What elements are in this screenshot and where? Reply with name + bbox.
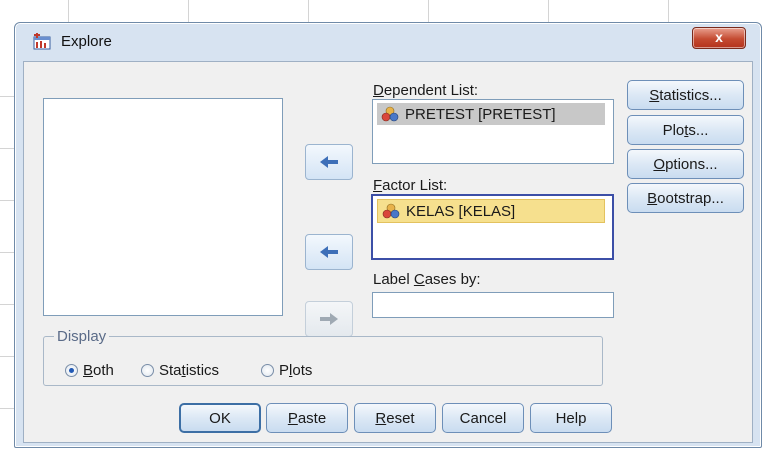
explore-dialog: Explore x Dependent List: PRETEST [PRETE… (14, 22, 762, 448)
display-group-title: Display (54, 328, 110, 345)
move-to-label-cases-button[interactable] (305, 301, 353, 337)
radio-selected-icon (65, 364, 78, 377)
label-cases-label: Label Cases by: (373, 271, 481, 288)
display-plots-radio[interactable]: Pl ots (261, 362, 312, 379)
close-button[interactable]: x (692, 27, 746, 49)
dialog-body: Dependent List: PRETEST [PRETEST] Factor… (23, 61, 753, 443)
reset-button[interactable]: Reset (354, 403, 436, 433)
grid-line (0, 304, 14, 305)
radio-unselected-icon (261, 364, 274, 377)
display-both-radio[interactable]: Both (65, 362, 114, 379)
grid-line (428, 0, 429, 22)
help-button[interactable]: Help (530, 403, 612, 433)
label-cases-field[interactable] (372, 292, 614, 318)
title-bar: Explore x (15, 23, 761, 61)
grid-line (0, 96, 14, 97)
move-to-factor-button[interactable] (305, 234, 353, 270)
variable-icon (382, 203, 400, 219)
radio-unselected-icon (141, 364, 154, 377)
options-button[interactable]: Options... (627, 149, 744, 179)
grid-line (548, 0, 549, 22)
source-variable-list[interactable] (43, 98, 283, 316)
grid-line (0, 356, 14, 357)
plots-button[interactable]: Plo t s... (627, 115, 744, 145)
display-group (43, 336, 603, 386)
arrow-right-icon (320, 313, 338, 325)
statistics-button[interactable]: Statistics... (627, 80, 744, 110)
display-statistics-radio[interactable]: Sta t istics (141, 362, 219, 379)
cancel-button[interactable]: Cancel (442, 403, 524, 433)
grid-line (308, 0, 309, 22)
factor-list-label: Factor List: (373, 177, 448, 194)
list-item[interactable]: KELAS [KELAS] (377, 199, 605, 223)
grid-line (0, 200, 14, 201)
close-icon: x (715, 29, 723, 45)
grid-line (68, 0, 69, 22)
explore-app-icon (33, 33, 51, 50)
grid-line (0, 252, 14, 253)
grid-line (668, 0, 669, 22)
variable-icon (381, 106, 399, 122)
paste-button[interactable]: Paste (266, 403, 348, 433)
arrow-left-icon (320, 246, 338, 258)
dependent-list[interactable]: PRETEST [PRETEST] (372, 99, 614, 164)
window-title: Explore (61, 33, 112, 50)
grid-line (0, 148, 14, 149)
dependent-list-label: Dependent List: (373, 82, 479, 99)
arrow-left-icon (320, 156, 338, 168)
ok-button[interactable]: OK (179, 403, 261, 433)
list-item[interactable]: PRETEST [PRETEST] (377, 103, 605, 125)
bootstrap-button[interactable]: Bootstrap... (627, 183, 744, 213)
factor-list[interactable]: KELAS [KELAS] (371, 194, 614, 260)
grid-line (0, 408, 14, 409)
move-to-dependent-button[interactable] (305, 144, 353, 180)
grid-line (188, 0, 189, 22)
